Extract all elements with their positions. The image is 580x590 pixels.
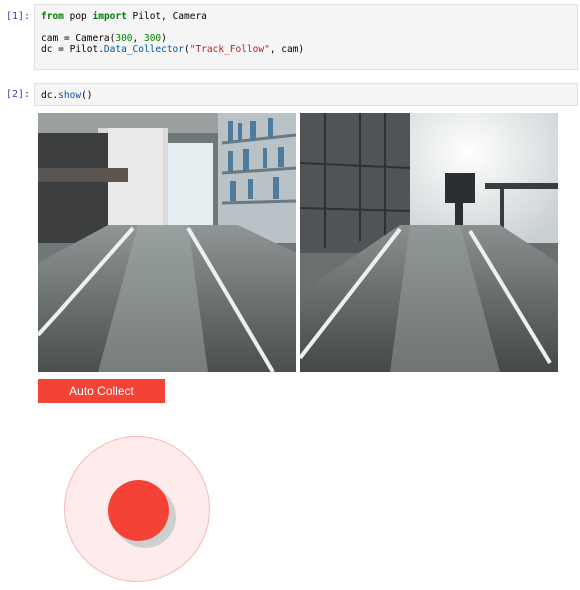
camera-scene-left (38, 113, 296, 372)
code-call-parens: () (81, 90, 93, 101)
camera-feed-left (38, 113, 296, 372)
code-number: 300 (143, 33, 162, 44)
code-attribute: Data_Collector (103, 44, 184, 55)
code-module: pop (63, 11, 93, 22)
code-keyword-from: from (41, 11, 64, 22)
code-number: 300 (115, 33, 133, 44)
auto-collect-button[interactable]: Auto Collect (38, 379, 165, 403)
code-dc-assign: dc = Pilot. (41, 44, 104, 55)
code-object: dc. (41, 90, 59, 101)
joystick-knob[interactable] (108, 480, 169, 541)
cell-2-prompt: [2]: (6, 89, 31, 100)
code-method: show (58, 90, 82, 101)
code-args-end: , cam) (269, 44, 305, 55)
cell-2-code-input[interactable]: dc.show() (34, 83, 578, 106)
code-keyword-import: import (92, 11, 127, 22)
code-cam-assign: cam = Camera( (41, 33, 116, 44)
cell-1-code-input[interactable]: from pop import Pilot, Camera cam = Came… (34, 4, 578, 70)
code-imported-names: Pilot, Camera (126, 11, 207, 22)
code-comma: , (132, 33, 144, 44)
cell-1-prompt: [1]: (6, 11, 31, 22)
code-string: "Track_Follow" (189, 44, 270, 55)
camera-feed-right (300, 113, 558, 372)
camera-scene-right (300, 113, 558, 372)
code-paren: ) (161, 33, 167, 44)
